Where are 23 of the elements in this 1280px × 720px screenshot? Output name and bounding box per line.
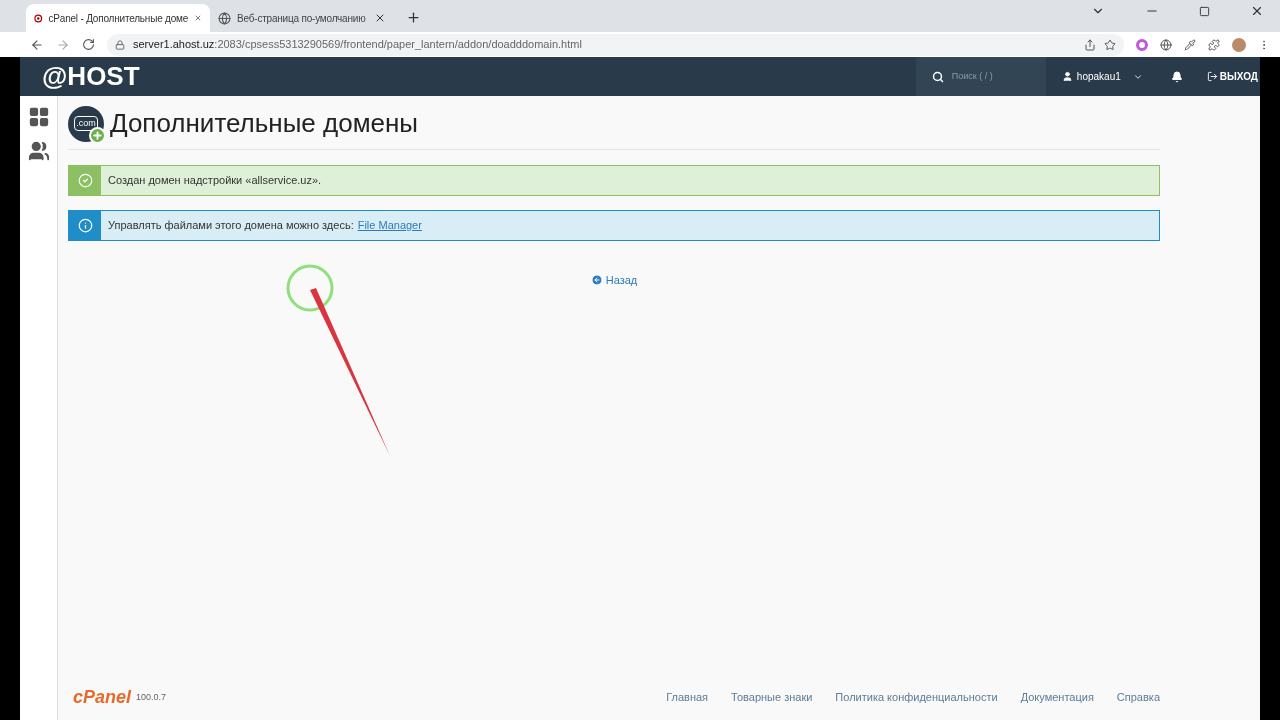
addon-domain-icon: .com (68, 105, 104, 142)
user-menu[interactable]: hopakau1 (1045, 57, 1159, 96)
footer-link[interactable]: Товарные знаки (731, 689, 813, 706)
page-title: Дополнительные домены (110, 107, 419, 140)
search-field[interactable]: Поиск ( / ) (951, 69, 1030, 84)
file-manager-link[interactable]: File Manager (357, 217, 422, 234)
version-text: 100.0.7 (136, 690, 167, 704)
back-link[interactable]: Назад (590, 272, 638, 289)
user-name: hopakau1 (1076, 70, 1121, 84)
url-text: server1.ahost.uz:2083/cpsess5313290569/frontend/paper_lantern/addon/doadddomain.html (133, 37, 583, 53)
tab-title: cPanel - Дополнительные доме (48, 11, 189, 26)
logout-button[interactable]: ВЫХОД (1194, 69, 1260, 84)
browser-tab[interactable]: cPanel - Дополнительные доме (26, 4, 210, 32)
host-logo: @HOST (42, 60, 140, 93)
cpanel-logo: cPanel (73, 686, 132, 709)
alert-text: Создан домен надстройки «allservice.uz». (108, 173, 322, 189)
footer-link[interactable]: Справка (1116, 689, 1160, 706)
footer-link[interactable]: Документация (1020, 689, 1094, 706)
footer-link[interactable]: Политика конфиденциальности (835, 689, 998, 706)
footer-link[interactable]: Главная (666, 689, 709, 706)
url-field[interactable]: server1.ahost.uz:2083/cpsess5313290569/frontend/paper_lantern/addon/doadddomain.html (107, 33, 1124, 56)
tab-title: Веб-страница по-умолчанию (237, 11, 367, 26)
alert-text: Управлять файлами этого домена можно здесь: (108, 218, 354, 234)
